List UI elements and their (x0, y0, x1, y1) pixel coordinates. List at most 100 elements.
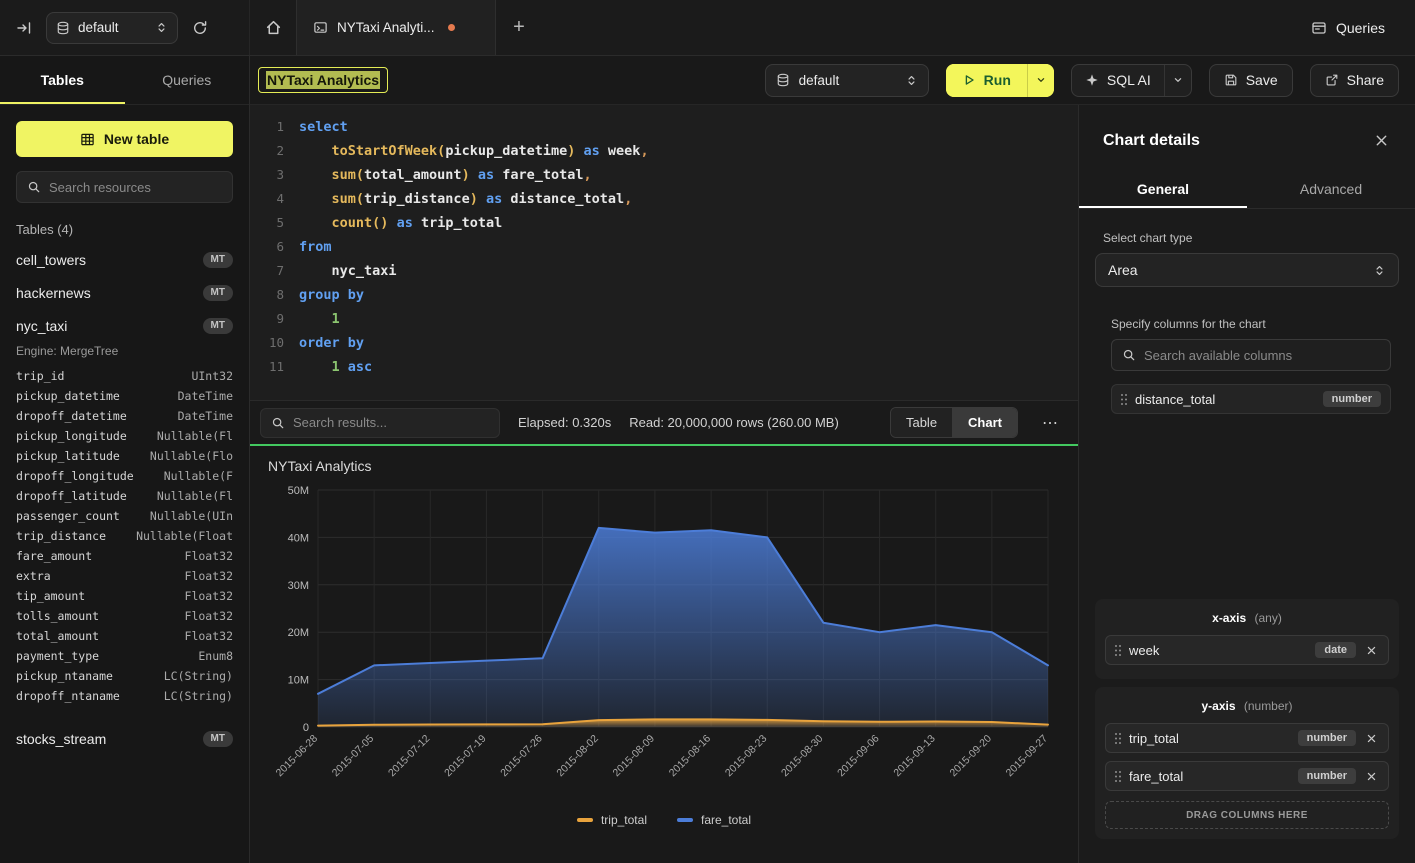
column-row[interactable]: pickup_latitude Nullable(Flo (16, 446, 233, 466)
y-axis-column-row[interactable]: trip_total number (1105, 723, 1389, 753)
table-name: stocks_stream (16, 731, 106, 747)
editor-line[interactable]: 10order by (250, 331, 1078, 355)
column-row[interactable]: tolls_amount Float32 (16, 606, 233, 626)
legend-item[interactable]: trip_total (577, 813, 647, 827)
column-name: pickup_ntaname (16, 669, 113, 683)
x-axis-column-row[interactable]: week date (1105, 635, 1389, 665)
drag-handle-icon[interactable] (1115, 733, 1121, 744)
spacer (1095, 422, 1399, 599)
column-row[interactable]: passenger_count Nullable(UIn (16, 506, 233, 526)
table-row[interactable]: hackernews MT (0, 276, 249, 309)
column-row[interactable]: dropoff_datetime DateTime (16, 406, 233, 426)
column-row[interactable]: fare_amount Float32 (16, 546, 233, 566)
sidebar-search-input[interactable] (49, 180, 222, 195)
svg-text:2015-08-09: 2015-08-09 (611, 733, 658, 780)
refresh-button[interactable] (188, 16, 212, 40)
results-search-input[interactable] (293, 415, 489, 430)
column-row[interactable]: total_amount Float32 (16, 626, 233, 646)
collapse-sidebar-button[interactable] (12, 16, 36, 40)
legend-item[interactable]: fare_total (677, 813, 751, 827)
column-row[interactable]: extra Float32 (16, 566, 233, 586)
editor-line[interactable]: 8group by (250, 283, 1078, 307)
column-row[interactable]: trip_distance Nullable(Float (16, 526, 233, 546)
remove-column-button[interactable] (1364, 769, 1379, 784)
query-title-input[interactable]: NYTaxi Analytics (258, 67, 388, 93)
svg-text:2015-09-13: 2015-09-13 (891, 733, 938, 780)
queries-button[interactable]: Queries (1301, 12, 1395, 44)
editor-line[interactable]: 4 sum(trip_distance) as distance_total, (250, 187, 1078, 211)
column-row[interactable]: tip_amount Float32 (16, 586, 233, 606)
remove-column-button[interactable] (1364, 731, 1379, 746)
table-row[interactable]: stocks_stream MT (0, 722, 249, 755)
database-icon (776, 73, 790, 87)
results-toolbar: Elapsed: 0.320s Read: 20,000,000 rows (2… (250, 400, 1078, 444)
table-row[interactable]: nyc_taxi MT (0, 309, 249, 342)
drop-zone[interactable]: DRAG COLUMNS HERE (1105, 801, 1389, 829)
column-type: Float32 (185, 589, 233, 603)
editor-line[interactable]: 11 1 asc (250, 355, 1078, 379)
editor-line[interactable]: 7 nyc_taxi (250, 259, 1078, 283)
column-row[interactable]: dropoff_ntaname LC(String) (16, 686, 233, 706)
area-chart[interactable]: 010M20M30M40M50M2015-06-282015-07-052015… (262, 476, 1062, 811)
sql-editor[interactable]: 1select2 toStartOfWeek(pickup_datetime) … (250, 105, 1078, 400)
column-row[interactable]: dropoff_latitude Nullable(Fl (16, 486, 233, 506)
editor-line[interactable]: 6from (250, 235, 1078, 259)
column-row[interactable]: trip_id UInt32 (16, 366, 233, 386)
column-type: Float32 (185, 629, 233, 643)
svg-text:2015-09-20: 2015-09-20 (947, 733, 994, 780)
close-panel-button[interactable] (1372, 131, 1391, 150)
query-tab[interactable]: NYTaxi Analyti... (296, 0, 496, 55)
new-tab-button[interactable]: + (496, 0, 542, 55)
sidebar-tabs: Tables Queries (0, 56, 249, 105)
table-name: cell_towers (16, 252, 86, 268)
share-button[interactable]: Share (1310, 64, 1399, 97)
column-row[interactable]: pickup_longitude Nullable(Fl (16, 426, 233, 446)
y-axis-columns: trip_total number f (1105, 723, 1389, 791)
run-database-selector[interactable]: default (765, 64, 929, 97)
sidebar-tab-queries[interactable]: Queries (125, 56, 250, 104)
close-icon (1366, 771, 1377, 782)
sql-ai-button[interactable]: SQL AI (1072, 65, 1164, 96)
drag-handle-icon[interactable] (1121, 394, 1127, 405)
column-row[interactable]: dropoff_longitude Nullable(F (16, 466, 233, 486)
home-tab[interactable] (250, 0, 296, 55)
share-icon (1325, 73, 1339, 87)
editor-line[interactable]: 1select (250, 115, 1078, 139)
drag-handle-icon[interactable] (1115, 645, 1121, 656)
y-axis-column-row[interactable]: fare_total number (1105, 761, 1389, 791)
chart-view-button[interactable]: Chart (952, 408, 1017, 437)
queries-button-label: Queries (1336, 20, 1385, 36)
close-icon (1374, 133, 1389, 148)
column-row[interactable]: payment_type Enum8 (16, 646, 233, 666)
new-table-button[interactable]: New table (16, 121, 233, 157)
drag-handle-icon[interactable] (1115, 771, 1121, 782)
available-column-row[interactable]: distance_total number (1111, 384, 1391, 414)
sql-ai-options-button[interactable] (1164, 65, 1191, 96)
table-view-button[interactable]: Table (891, 408, 952, 437)
chart-type-label: Select chart type (1103, 231, 1399, 245)
run-button[interactable]: Run (946, 64, 1027, 97)
chart-type-select[interactable]: Area (1095, 253, 1399, 287)
more-options-button[interactable]: ⋯ (1036, 409, 1064, 437)
table-row[interactable]: cell_towers MT (0, 243, 249, 276)
axis-column-name: fare_total (1129, 769, 1290, 784)
run-options-button[interactable] (1027, 64, 1054, 97)
top-bar: default NYTaxi Analyti... + Queries (0, 0, 1415, 56)
tab-general[interactable]: General (1079, 170, 1247, 208)
sidebar-tab-tables[interactable]: Tables (0, 56, 125, 104)
column-name: trip_distance (16, 529, 106, 543)
remove-column-button[interactable] (1364, 643, 1379, 658)
database-selector[interactable]: default (46, 12, 178, 44)
main-area: NYTaxi Analytics default Run (250, 56, 1415, 863)
columns-search-input[interactable] (1144, 348, 1380, 363)
tab-advanced[interactable]: Advanced (1247, 170, 1415, 208)
column-row[interactable]: pickup_datetime DateTime (16, 386, 233, 406)
editor-line[interactable]: 9 1 (250, 307, 1078, 331)
editor-line[interactable]: 3 sum(total_amount) as fare_total, (250, 163, 1078, 187)
save-button[interactable]: Save (1209, 64, 1293, 97)
line-number: 3 (250, 163, 284, 187)
editor-line[interactable]: 2 toStartOfWeek(pickup_datetime) as week… (250, 139, 1078, 163)
editor-line[interactable]: 5 count() as trip_total (250, 211, 1078, 235)
save-button-label: Save (1246, 72, 1278, 88)
column-row[interactable]: pickup_ntaname LC(String) (16, 666, 233, 686)
